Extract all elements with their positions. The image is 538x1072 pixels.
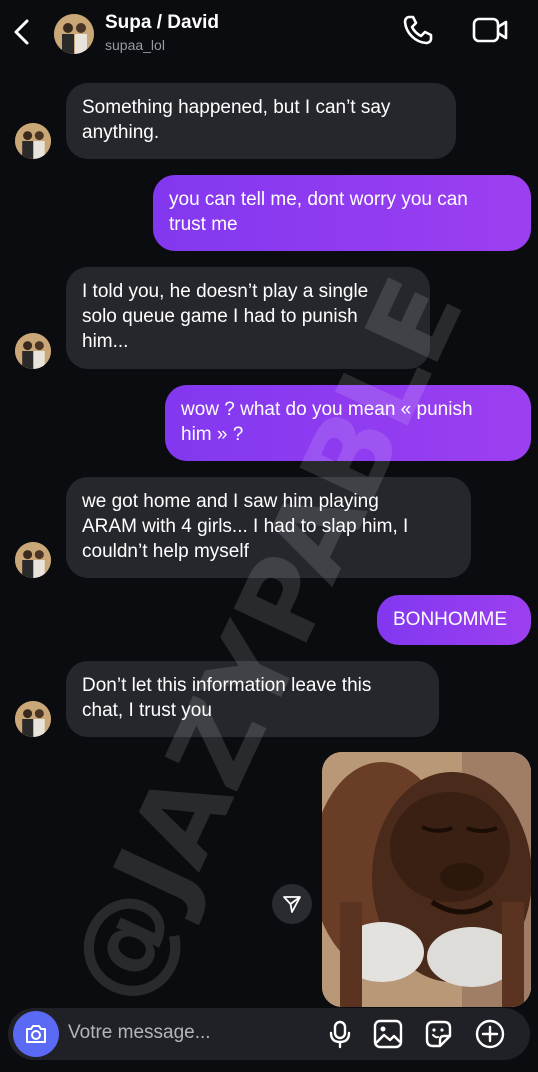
sticker-icon xyxy=(425,1020,452,1048)
message-outgoing[interactable]: wow ? what do you mean « punish him » ? xyxy=(165,385,531,461)
message-avatar xyxy=(15,123,51,159)
image-message[interactable] xyxy=(322,752,531,1007)
contact-username[interactable]: supaa_lol xyxy=(105,37,165,53)
camera-button[interactable] xyxy=(13,1011,59,1057)
message-incoming[interactable]: Don’t let this information leave this ch… xyxy=(66,661,439,737)
message-incoming[interactable]: we got home and I saw him playing ARAM w… xyxy=(66,477,471,578)
message-outgoing[interactable]: BONHOMME xyxy=(377,595,531,645)
call-button[interactable] xyxy=(400,12,436,48)
video-call-button[interactable] xyxy=(470,12,510,48)
plus-circle-icon xyxy=(475,1019,505,1049)
camera-icon xyxy=(26,1025,46,1043)
phone-icon xyxy=(403,15,433,45)
sticker-button[interactable] xyxy=(422,1018,454,1050)
message-avatar xyxy=(15,333,51,369)
chevron-left-icon xyxy=(14,19,29,45)
microphone-button[interactable] xyxy=(324,1018,356,1050)
message-avatar xyxy=(15,542,51,578)
gallery-button[interactable] xyxy=(372,1018,404,1050)
back-button[interactable] xyxy=(8,14,38,50)
send-icon xyxy=(283,896,301,913)
chat-header: Supa / David supaa_lol xyxy=(0,0,538,66)
contact-avatar[interactable] xyxy=(54,14,94,54)
message-incoming[interactable]: Something happened, but I can’t say anyt… xyxy=(66,83,456,159)
contact-name[interactable]: Supa / David xyxy=(105,12,219,34)
message-composer: Votre message... xyxy=(8,1008,530,1060)
message-avatar xyxy=(15,701,51,737)
message-outgoing[interactable]: you can tell me, dont worry you can trus… xyxy=(153,175,531,251)
message-input[interactable]: Votre message... xyxy=(68,1022,211,1044)
message-incoming[interactable]: I told you, he doesn’t play a single sol… xyxy=(66,267,430,369)
image-icon xyxy=(373,1019,403,1049)
video-camera-icon xyxy=(472,17,508,43)
add-button[interactable] xyxy=(474,1018,506,1050)
microphone-icon xyxy=(329,1020,351,1049)
share-button[interactable] xyxy=(272,884,312,924)
